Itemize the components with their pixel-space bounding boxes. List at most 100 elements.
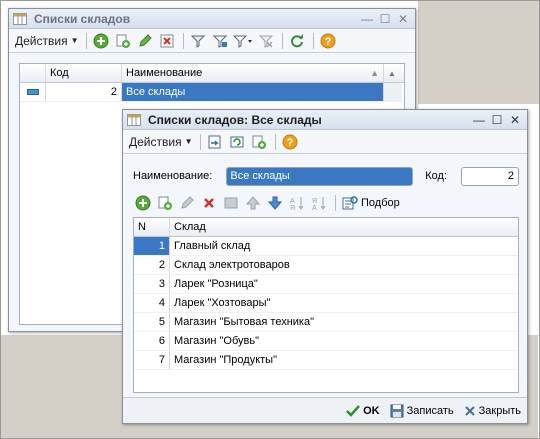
svg-text:Я: Я xyxy=(312,198,317,205)
move-down-button[interactable] xyxy=(265,193,285,213)
column-header-name-label: Наименование xyxy=(126,67,203,79)
maximize-button[interactable]: ☐ xyxy=(489,112,505,128)
cell-n: 7 xyxy=(134,351,170,369)
cell-sklad: Магазин "Продукты" xyxy=(174,354,277,366)
add-row-button[interactable] xyxy=(133,193,153,213)
copy-icon xyxy=(116,34,130,48)
pencil-icon xyxy=(181,196,194,209)
actions-menu-label: Действия xyxy=(15,33,68,48)
toolbar-separator xyxy=(335,195,336,211)
refresh-button[interactable] xyxy=(287,31,307,51)
copy-button[interactable] xyxy=(113,31,133,51)
column-header-sklad[interactable]: Склад xyxy=(170,218,518,236)
actions-menu-button[interactable]: Действия ▼ xyxy=(126,135,196,149)
maximize-button[interactable]: ☐ xyxy=(377,11,393,27)
clear-filter-button[interactable] xyxy=(256,31,276,51)
close-form-button[interactable]: Закрыть xyxy=(464,405,521,417)
list-icon xyxy=(127,113,143,127)
delete-icon xyxy=(204,198,214,208)
code-field[interactable] xyxy=(461,166,519,186)
edit-button[interactable] xyxy=(135,31,155,51)
refresh-icon xyxy=(290,33,303,47)
cell-n: 4 xyxy=(134,294,170,312)
help-icon: ? xyxy=(282,134,297,149)
floppy-icon xyxy=(390,404,404,417)
delete-row-button[interactable] xyxy=(199,193,219,213)
scroll-up-button[interactable]: ▲ xyxy=(384,64,402,82)
sort-descending-icon: ЯA xyxy=(312,197,326,211)
close-button[interactable]: ✕ xyxy=(507,112,523,128)
column-header-name[interactable]: Наименование ▲ xyxy=(122,64,384,82)
list-window-title: Списки складов xyxy=(34,11,131,26)
item-window-titlebar[interactable]: Списки складов: Все склады — ☐ ✕ xyxy=(123,110,527,130)
table-row[interactable]: 3 Ларек "Розница" xyxy=(134,275,518,294)
copy-row-button[interactable] xyxy=(155,193,175,213)
cell-code: 2 xyxy=(46,83,122,101)
pencil-icon xyxy=(138,33,152,47)
name-field[interactable] xyxy=(226,166,414,186)
sort-ascending-icon: AЯ xyxy=(290,197,304,211)
save-button[interactable]: Записать xyxy=(390,404,454,418)
row-marker xyxy=(20,83,46,101)
end-edit-button[interactable] xyxy=(221,193,241,213)
filter-value-button[interactable] xyxy=(210,31,230,51)
reread-button[interactable] xyxy=(227,132,247,152)
table-row[interactable]: 7 Магазин "Продукты" xyxy=(134,351,518,370)
filter-icon xyxy=(190,35,205,48)
ok-button[interactable]: OK xyxy=(346,404,380,418)
table-row[interactable]: 6 Магазин "Обувь" xyxy=(134,332,518,351)
warehouse-table-header: N Склад xyxy=(134,218,518,237)
edit-row-button[interactable] xyxy=(177,193,197,213)
item-window[interactable]: Списки складов: Все склады — ☐ ✕ Действи… xyxy=(122,109,528,424)
column-header-code[interactable]: Код xyxy=(46,64,122,82)
column-header-n[interactable]: N xyxy=(134,218,170,236)
group-row-icon xyxy=(26,89,39,95)
help-button[interactable]: ? xyxy=(280,132,300,152)
delete-button[interactable] xyxy=(157,31,177,51)
table-row[interactable]: 5 Магазин "Бытовая техника" xyxy=(134,313,518,332)
svg-text:A: A xyxy=(312,205,317,211)
cell-n: 3 xyxy=(134,275,170,293)
table-row[interactable]: 1 Главный склад xyxy=(134,237,518,256)
close-button[interactable]: ✕ xyxy=(395,11,411,27)
add-button[interactable] xyxy=(91,31,111,51)
item-toolbar: Действия ▼ ? xyxy=(123,130,527,154)
filter-button[interactable] xyxy=(188,31,208,51)
table-row[interactable]: 2 Склад электротоваров xyxy=(134,256,518,275)
row-marker-header xyxy=(20,64,46,82)
scrollbar-track[interactable] xyxy=(384,83,402,101)
copy-button[interactable] xyxy=(249,132,269,152)
table-row[interactable]: 4 Ларек "Хозтовары" xyxy=(134,294,518,313)
item-window-title: Списки складов: Все склады xyxy=(148,112,322,127)
close-label: Закрыть xyxy=(478,404,521,417)
minimize-button[interactable]: — xyxy=(359,11,375,27)
sort-ascending-button[interactable]: AЯ xyxy=(287,193,307,213)
podbor-button[interactable]: Подбор xyxy=(340,193,402,213)
warehouse-table[interactable]: N Склад 1 Главный склад 2 Склад электротова… xyxy=(133,217,519,393)
dropdown-arrow-icon: ▼ xyxy=(184,137,193,146)
clear-filter-icon xyxy=(258,35,273,48)
arrow-down-icon xyxy=(267,196,283,210)
close-icon xyxy=(464,405,475,416)
toolbar-separator xyxy=(182,32,184,49)
save-and-close-button[interactable] xyxy=(205,132,225,152)
sort-descending-button[interactable]: ЯA xyxy=(309,193,329,213)
name-label: Наименование: xyxy=(133,170,213,182)
table-row[interactable]: 2 Все склады xyxy=(20,83,404,102)
save-to-list-icon xyxy=(208,135,220,148)
list-icon xyxy=(13,12,29,26)
toolbar-separator xyxy=(85,32,87,49)
reread-icon xyxy=(230,136,243,147)
list-window-titlebar[interactable]: Списки складов — ☐ ✕ xyxy=(9,9,415,29)
move-up-button[interactable] xyxy=(243,193,263,213)
svg-text:?: ? xyxy=(324,36,331,48)
cell-sklad: Ларек "Хозтовары" xyxy=(174,297,271,309)
save-label: Записать xyxy=(406,404,454,417)
minimize-button[interactable]: — xyxy=(471,112,487,128)
help-button[interactable]: ? xyxy=(318,31,338,51)
filter-history-button[interactable] xyxy=(232,31,254,51)
add-icon xyxy=(135,195,151,211)
code-label: Код: xyxy=(425,170,447,182)
actions-menu-button[interactable]: Действия ▼ xyxy=(12,34,82,48)
cell-sklad: Магазин "Обувь" xyxy=(174,335,259,347)
